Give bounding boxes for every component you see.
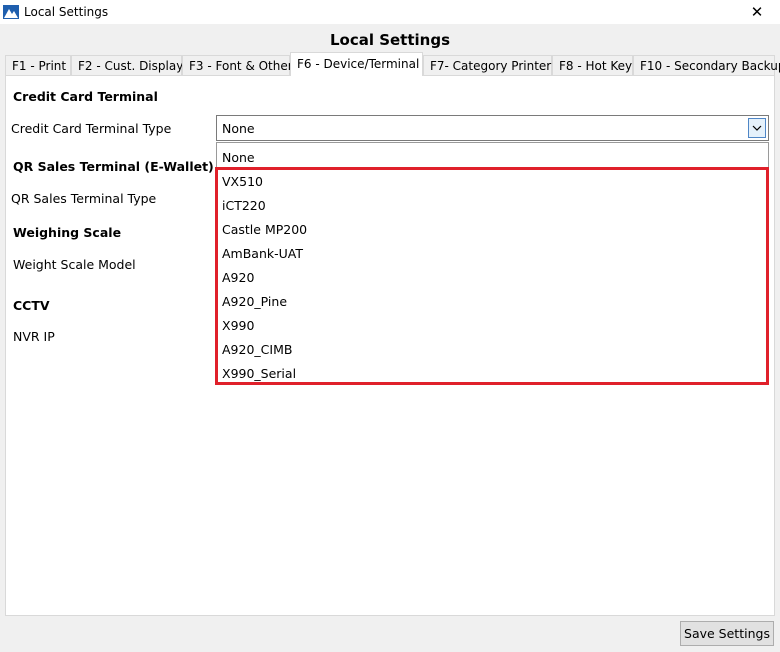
option-ambank-uat[interactable]: AmBank-UAT bbox=[222, 246, 303, 261]
option-castle-mp200[interactable]: Castle MP200 bbox=[222, 222, 307, 237]
option-none[interactable]: None bbox=[222, 150, 255, 165]
tab-bar: F1 - Print F2 - Cust. Display F3 - Font … bbox=[5, 52, 780, 76]
tab-category-printer[interactable]: F7- Category Printer bbox=[423, 55, 552, 75]
save-settings-button[interactable]: Save Settings bbox=[680, 621, 774, 646]
credit-card-section-title: Credit Card Terminal bbox=[13, 89, 158, 104]
tab-hot-key[interactable]: F8 - Hot Key bbox=[552, 55, 633, 75]
weighing-section-title: Weighing Scale bbox=[13, 225, 122, 240]
credit-card-terminal-type-select[interactable]: None bbox=[216, 115, 769, 141]
qr-sales-type-label: QR Sales Terminal Type bbox=[11, 191, 157, 206]
selected-value: None bbox=[222, 121, 255, 136]
qr-sales-section-title: QR Sales Terminal (E-Wallet) bbox=[13, 159, 214, 174]
tab-device-terminal[interactable]: F6 - Device/Terminal bbox=[290, 52, 423, 76]
option-vx510[interactable]: VX510 bbox=[222, 174, 263, 189]
tab-font-other[interactable]: F3 - Font & Other bbox=[182, 55, 293, 75]
option-x990-serial[interactable]: X990_Serial bbox=[222, 366, 296, 381]
option-a920-pine[interactable]: A920_Pine bbox=[222, 294, 287, 309]
window-title: Local Settings bbox=[24, 5, 109, 19]
terminal-type-dropdown-list: None VX510 iCT220 Castle MP200 AmBank-UA… bbox=[216, 142, 769, 385]
nvr-ip-label: NVR IP bbox=[13, 329, 55, 344]
credit-card-type-label: Credit Card Terminal Type bbox=[11, 121, 172, 136]
cctv-section-title: CCTV bbox=[13, 298, 50, 313]
page-title: Local Settings bbox=[329, 31, 451, 49]
title-bar: Local Settings ✕ bbox=[0, 0, 780, 24]
option-a920-cimb[interactable]: A920_CIMB bbox=[222, 342, 292, 357]
tab-cust-display[interactable]: F2 - Cust. Display bbox=[71, 55, 183, 75]
option-a920[interactable]: A920 bbox=[222, 270, 254, 285]
option-x990[interactable]: X990 bbox=[222, 318, 254, 333]
option-ict220[interactable]: iCT220 bbox=[222, 198, 266, 213]
app-logo-icon bbox=[3, 5, 19, 19]
dropdown-arrow-button[interactable] bbox=[748, 118, 766, 138]
chevron-down-icon bbox=[752, 125, 762, 131]
weight-scale-model-label: Weight Scale Model bbox=[13, 257, 136, 272]
close-button[interactable]: ✕ bbox=[734, 0, 780, 24]
tab-print[interactable]: F1 - Print bbox=[5, 55, 71, 75]
tab-secondary-backup[interactable]: F10 - Secondary Backup bbox=[633, 55, 780, 75]
